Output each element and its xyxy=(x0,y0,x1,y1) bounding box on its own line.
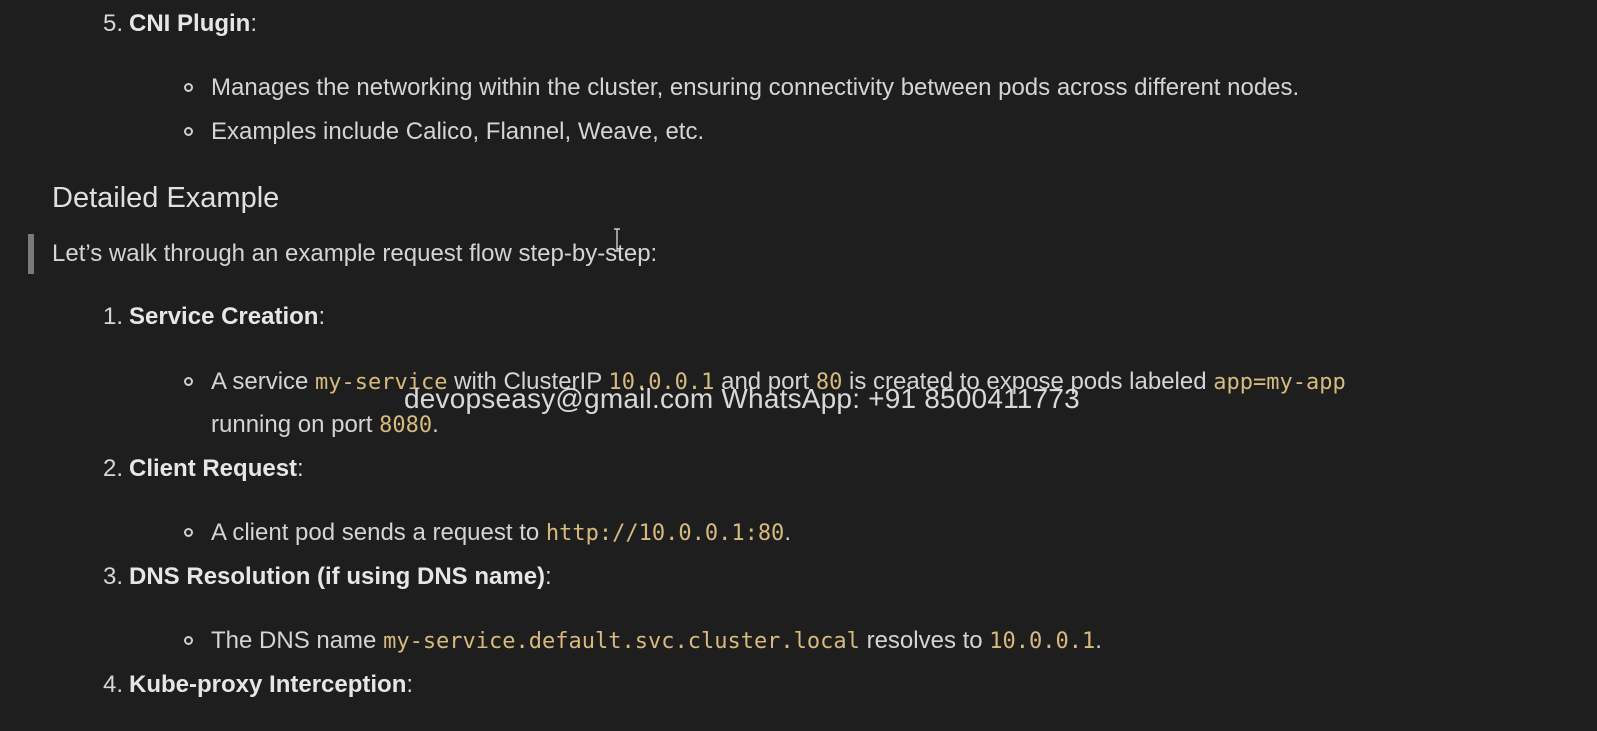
list-item-colon: : xyxy=(250,10,258,37)
list-number: 1. xyxy=(103,303,124,330)
bullet-text: running on port xyxy=(211,411,380,438)
bullet-item: A client pod sends a request to http://1… xyxy=(184,519,791,547)
list-item-title: Client Request xyxy=(129,455,298,482)
bullet-text: Manages the networking within the cluste… xyxy=(211,74,1300,101)
list-item-title: Service Creation xyxy=(129,303,319,330)
bullet-item: The DNS name my-service.default.svc.clus… xyxy=(184,627,1102,655)
list-item-cni-plugin: 5. CNI Plugin: xyxy=(103,10,257,38)
section-heading: Detailed Example xyxy=(52,182,280,214)
bullet-text: Examples include Calico, Flannel, Weave,… xyxy=(211,118,705,145)
blockquote-bar xyxy=(28,234,34,274)
bullet-circle-icon xyxy=(184,636,193,645)
bullet-circle-icon xyxy=(184,528,193,537)
list-number: 5. xyxy=(103,10,124,37)
inline-code: http://10.0.0.1:80 xyxy=(545,521,785,546)
bullet-text: The DNS name xyxy=(211,627,384,654)
inline-code: my-service.default.svc.cluster.local xyxy=(383,629,860,654)
list-item-title: DNS Resolution (if using DNS name) xyxy=(129,563,546,590)
bullet-text: A service xyxy=(211,368,316,395)
inline-code: app=my-app xyxy=(1213,370,1346,395)
list-item-title: Kube-proxy Interception xyxy=(129,671,407,698)
watermark-text: devopseasy@gmail.com WhatsApp: +91 85004… xyxy=(404,383,1080,414)
bullet-circle-icon xyxy=(184,83,193,92)
markdown-preview: 5. CNI Plugin: Manages the networking wit… xyxy=(0,0,1597,731)
list-item-dns-resolution: 3. DNS Resolution (if using DNS name): xyxy=(103,563,552,591)
bullet-continuation: running on port 8080. xyxy=(211,411,439,439)
bullet-text: . xyxy=(1095,627,1102,654)
list-number: 4. xyxy=(103,671,124,698)
bullet-item: Examples include Calico, Flannel, Weave,… xyxy=(184,118,705,146)
list-item-colon: : xyxy=(545,563,552,590)
list-item-colon: : xyxy=(297,455,304,482)
bullet-circle-icon xyxy=(184,127,193,136)
bullet-text: . xyxy=(784,519,791,546)
bullet-circle-icon xyxy=(184,377,193,386)
bullet-item: Manages the networking within the cluste… xyxy=(184,74,1300,102)
inline-code: 8080 xyxy=(379,413,433,438)
bullet-text: resolves to xyxy=(859,627,990,654)
bullet-text: . xyxy=(432,411,439,438)
list-number: 2. xyxy=(103,455,124,482)
blockquote-text: Let’s walk through an example request fl… xyxy=(52,240,658,267)
list-item-title: CNI Plugin xyxy=(129,10,251,37)
bullet-text: A client pod sends a request to xyxy=(211,519,546,546)
list-item-colon: : xyxy=(406,671,414,698)
list-item-colon: : xyxy=(318,303,326,330)
text-cursor-icon xyxy=(614,228,620,252)
list-item-service-creation: 1. Service Creation: xyxy=(103,303,325,331)
list-number: 3. xyxy=(103,563,124,590)
inline-code: 10.0.0.1 xyxy=(989,629,1096,654)
list-item-client-request: 2. Client Request: xyxy=(103,455,304,483)
list-item-kube-proxy: 4. Kube-proxy Interception: xyxy=(103,671,413,699)
